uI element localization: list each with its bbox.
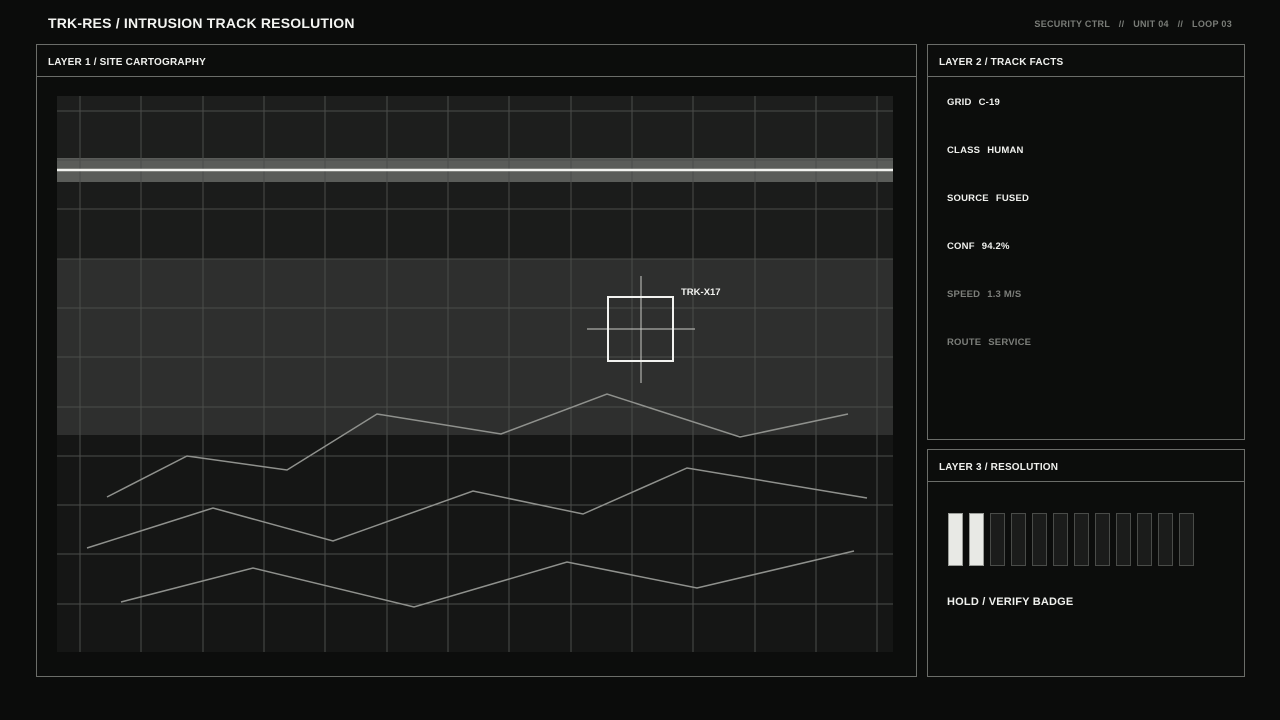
fact-key: CONF	[947, 241, 975, 252]
resolution-panel: LAYER 3 / RESOLUTION HOLD / VERIFY BADGE	[927, 449, 1245, 677]
site-cartography-panel: LAYER 1 / SITE CARTOGRAPHY TRK-X17	[36, 44, 917, 677]
meta-security-ctrl: SECURITY CTRL	[1034, 19, 1110, 29]
meta-separator: //	[1118, 19, 1125, 29]
fact-value: FUSED	[995, 193, 1030, 204]
app-root: TRK-RES / INTRUSION TRACK RESOLUTION SEC…	[0, 0, 1280, 720]
panel-title: LAYER 1 / SITE CARTOGRAPHY	[37, 45, 916, 77]
site-map[interactable]: TRK-X17	[57, 96, 893, 652]
meter-segment-filled	[948, 513, 963, 566]
meter-segment-empty	[1011, 513, 1026, 566]
meter-segment-filled	[969, 513, 984, 566]
meter-segment-empty	[990, 513, 1005, 566]
fact-route: ROUTE SERVICE	[947, 337, 1031, 348]
meta-loop: LOOP 03	[1192, 19, 1232, 29]
fact-confidence: CONF 94.2%	[947, 241, 1010, 252]
meter-segment-empty	[1074, 513, 1089, 566]
track-facts-panel: LAYER 2 / TRACK FACTS GRID C-19 CLASS HUMA…	[927, 44, 1245, 440]
header-meta: SECURITY CTRL // UNIT 04 // LOOP 03	[1034, 19, 1232, 29]
fact-grid: GRID C-19	[947, 97, 1000, 108]
fact-key: CLASS	[947, 145, 981, 156]
panel-title: LAYER 2 / TRACK FACTS	[928, 45, 1244, 77]
fact-key: GRID	[947, 97, 972, 108]
fact-value: SERVICE	[988, 337, 1032, 348]
fact-speed: SPEED 1.3 M/S	[947, 289, 1021, 300]
meter-segment-empty	[1053, 513, 1068, 566]
map-zone-top	[57, 96, 893, 158]
fact-value: 94.2%	[981, 241, 1010, 252]
fact-key: SOURCE	[947, 193, 989, 204]
meter-segment-empty	[1032, 513, 1047, 566]
meter-segment-empty	[1095, 513, 1110, 566]
meta-unit: UNIT 04	[1133, 19, 1169, 29]
fact-value: 1.3 M/S	[987, 289, 1022, 300]
meter-segment-empty	[1158, 513, 1173, 566]
fact-key: ROUTE	[947, 337, 982, 348]
meter-segment-empty	[1179, 513, 1194, 566]
meter-segment-empty	[1137, 513, 1152, 566]
meter-segment-empty	[1116, 513, 1131, 566]
meta-separator: //	[1177, 19, 1184, 29]
target-label: TRK-X17	[681, 287, 721, 298]
fact-key: SPEED	[947, 289, 981, 300]
fact-value: HUMAN	[987, 145, 1024, 156]
panel-title: LAYER 3 / RESOLUTION	[928, 450, 1244, 482]
app-title: TRK-RES / INTRUSION TRACK RESOLUTION	[48, 15, 355, 31]
fact-source: SOURCE FUSED	[947, 193, 1029, 204]
fact-class: CLASS HUMAN	[947, 145, 1024, 156]
map-zone-upper	[57, 182, 893, 259]
resolution-progress-meter	[948, 513, 1194, 566]
resolution-status: HOLD / VERIFY BADGE	[947, 596, 1074, 608]
fact-value: C-19	[978, 97, 1000, 108]
restricted-zone	[57, 259, 893, 435]
